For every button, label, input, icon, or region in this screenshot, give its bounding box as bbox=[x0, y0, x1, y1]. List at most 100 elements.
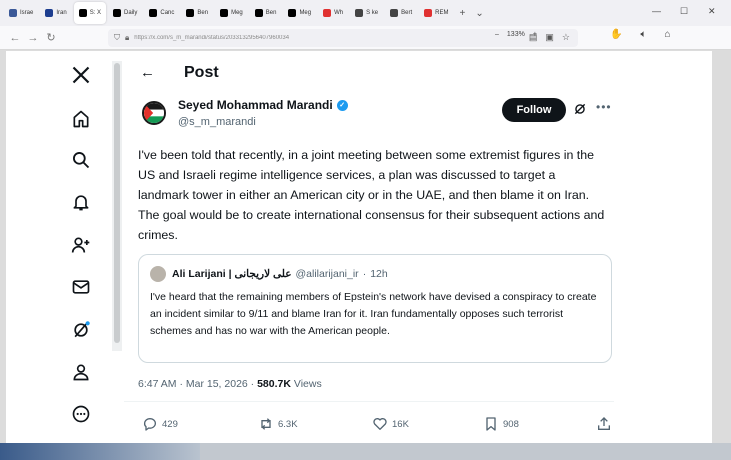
tab-label: Daily bbox=[124, 10, 138, 16]
toolbar-right: ✋ 🔈︎ ⌂ bbox=[610, 29, 671, 40]
verified-badge-icon: ✓ bbox=[336, 99, 348, 111]
tab[interactable]: Meg bbox=[215, 2, 248, 24]
x-logo-icon[interactable] bbox=[70, 64, 92, 86]
like-button[interactable]: 16K bbox=[372, 416, 409, 432]
tab-favicon-icon bbox=[390, 9, 399, 17]
bookmark-star-icon[interactable]: ☆ bbox=[562, 32, 570, 43]
x-favicon-icon bbox=[149, 9, 158, 17]
tab-label: S ke bbox=[366, 10, 379, 16]
tab-label: REM bbox=[435, 10, 449, 16]
tab[interactable]: Daily bbox=[108, 2, 142, 24]
more-options-icon[interactable] bbox=[70, 403, 92, 425]
quote-avatar bbox=[150, 266, 166, 282]
tab[interactable]: Meg bbox=[283, 2, 316, 24]
share-icon bbox=[598, 417, 610, 430]
tab[interactable]: S ke bbox=[350, 2, 383, 24]
share-button[interactable] bbox=[596, 416, 612, 432]
scrollbar[interactable] bbox=[112, 61, 122, 351]
quote-author-name: Ali Larijani | علی لاریجانی bbox=[172, 268, 292, 280]
quoted-post[interactable]: Ali Larijani | علی لاریجانی @alilarijani… bbox=[138, 254, 612, 363]
tab[interactable]: REM bbox=[419, 2, 453, 24]
grok-icon[interactable] bbox=[70, 319, 92, 341]
scrollbar-thumb[interactable] bbox=[114, 63, 120, 343]
author-name[interactable]: Seyed Mohammad Marandi ✓ bbox=[178, 98, 348, 112]
tab[interactable]: Israe bbox=[4, 2, 38, 24]
post-text: I've been told that recently, in a joint… bbox=[138, 148, 605, 242]
minimize-icon[interactable]: — bbox=[652, 6, 661, 16]
quote-handle: @alilarijani_ir bbox=[295, 268, 359, 280]
post-header: ← Post bbox=[124, 51, 614, 95]
tab[interactable]: Ben bbox=[250, 2, 282, 24]
follow-icon[interactable] bbox=[70, 234, 92, 256]
tab-label: Ben bbox=[265, 10, 277, 16]
tab-label: Meg bbox=[299, 10, 312, 16]
quote-time: 12h bbox=[370, 268, 388, 280]
quote-text: I've heard that the remaining members of… bbox=[150, 291, 597, 337]
tab[interactable]: Bert bbox=[385, 2, 417, 24]
url-text[interactable]: https://x.com/s_m_marandi/status/2033132… bbox=[134, 35, 289, 41]
grok-explain-icon[interactable] bbox=[573, 102, 587, 119]
repost-button[interactable]: 6.3K bbox=[258, 416, 298, 432]
bookmark-count: 908 bbox=[503, 418, 519, 430]
reload-icon[interactable]: ↻ bbox=[42, 31, 60, 44]
x-favicon-icon bbox=[220, 9, 229, 17]
home-icon[interactable] bbox=[70, 108, 92, 130]
author-name-text[interactable]: Seyed Mohammad Marandi bbox=[178, 98, 333, 112]
extensions-puzzle-icon[interactable]: ⌂ bbox=[664, 29, 670, 40]
post-date[interactable]: Mar 15, 2026 bbox=[186, 378, 248, 390]
extension-icon[interactable]: ✋ bbox=[610, 29, 622, 40]
x-favicon-icon bbox=[254, 9, 263, 17]
tab[interactable]: Ben bbox=[181, 2, 213, 24]
tab-label: Meg bbox=[231, 10, 243, 16]
bookmark-button[interactable]: 908 bbox=[483, 416, 519, 432]
meta-dot: · bbox=[179, 378, 183, 390]
reply-icon bbox=[143, 418, 156, 431]
taskbar-accent bbox=[0, 443, 200, 460]
tab-label: Bert bbox=[401, 10, 413, 16]
more-dots-icon[interactable]: ••• bbox=[596, 100, 612, 114]
tab-label: Wh bbox=[334, 10, 344, 16]
messages-icon[interactable] bbox=[70, 276, 92, 298]
zoom-level[interactable]: 133% bbox=[507, 31, 525, 38]
shield-icon: ⛉ bbox=[114, 33, 120, 42]
x-favicon-icon bbox=[186, 9, 195, 17]
zoom-in-icon[interactable]: + bbox=[533, 31, 537, 38]
tab-active[interactable]: S: X bbox=[73, 2, 107, 24]
views-label: Views bbox=[293, 378, 322, 390]
tab[interactable]: Canc bbox=[144, 2, 179, 24]
quote-header: Ali Larijani | علی لاریجانی @alilarijani… bbox=[172, 268, 388, 280]
search-icon[interactable] bbox=[70, 149, 92, 171]
tab[interactable]: Iran bbox=[40, 2, 71, 24]
tab-list-chevron-icon[interactable]: ⌄ bbox=[471, 8, 487, 19]
reply-button[interactable]: 429 bbox=[142, 416, 178, 432]
notifications-icon[interactable] bbox=[70, 191, 92, 213]
action-bar: 429 6.3K 16K 908 bbox=[142, 416, 610, 436]
zoom-controls: – 133% + bbox=[495, 31, 537, 38]
maximize-icon[interactable]: ☐ bbox=[680, 6, 688, 17]
volume-icon[interactable]: 🔈︎ bbox=[640, 29, 646, 40]
tab-bar: Israe Iran S: X Daily Canc Ben Meg Ben M… bbox=[0, 0, 731, 26]
bookmark-icon bbox=[486, 417, 496, 431]
tab[interactable]: Wh bbox=[318, 2, 348, 24]
tab-label: Canc bbox=[160, 10, 175, 16]
profile-icon[interactable] bbox=[70, 361, 92, 383]
avatar[interactable] bbox=[142, 101, 166, 125]
back-arrow-icon[interactable]: ← bbox=[140, 64, 155, 81]
browser-window: Israe Iran S: X Daily Canc Ben Meg Ben M… bbox=[0, 0, 731, 460]
follow-button[interactable]: Follow bbox=[502, 98, 566, 122]
post-meta: 6:47 AM · Mar 15, 2026 · 580.7K Views bbox=[138, 378, 322, 390]
zoom-out-icon[interactable]: – bbox=[495, 31, 499, 38]
back-icon[interactable]: ← bbox=[6, 32, 24, 44]
page-info-icon[interactable]: ▣ bbox=[545, 32, 554, 43]
post-time[interactable]: 6:47 AM bbox=[138, 378, 177, 390]
meta-dot: · bbox=[250, 378, 255, 390]
repost-count: 6.3K bbox=[278, 418, 298, 430]
x-favicon-icon bbox=[113, 9, 122, 17]
tab-favicon-icon bbox=[45, 9, 54, 17]
author-handle[interactable]: @s_m_marandi bbox=[178, 116, 256, 128]
lock-icon: 🔒︎ bbox=[125, 33, 130, 42]
x-favicon-icon bbox=[78, 9, 87, 17]
forward-icon[interactable]: → bbox=[24, 32, 42, 44]
close-window-icon[interactable]: ✕ bbox=[708, 6, 716, 17]
new-tab-button[interactable]: + bbox=[455, 8, 469, 19]
